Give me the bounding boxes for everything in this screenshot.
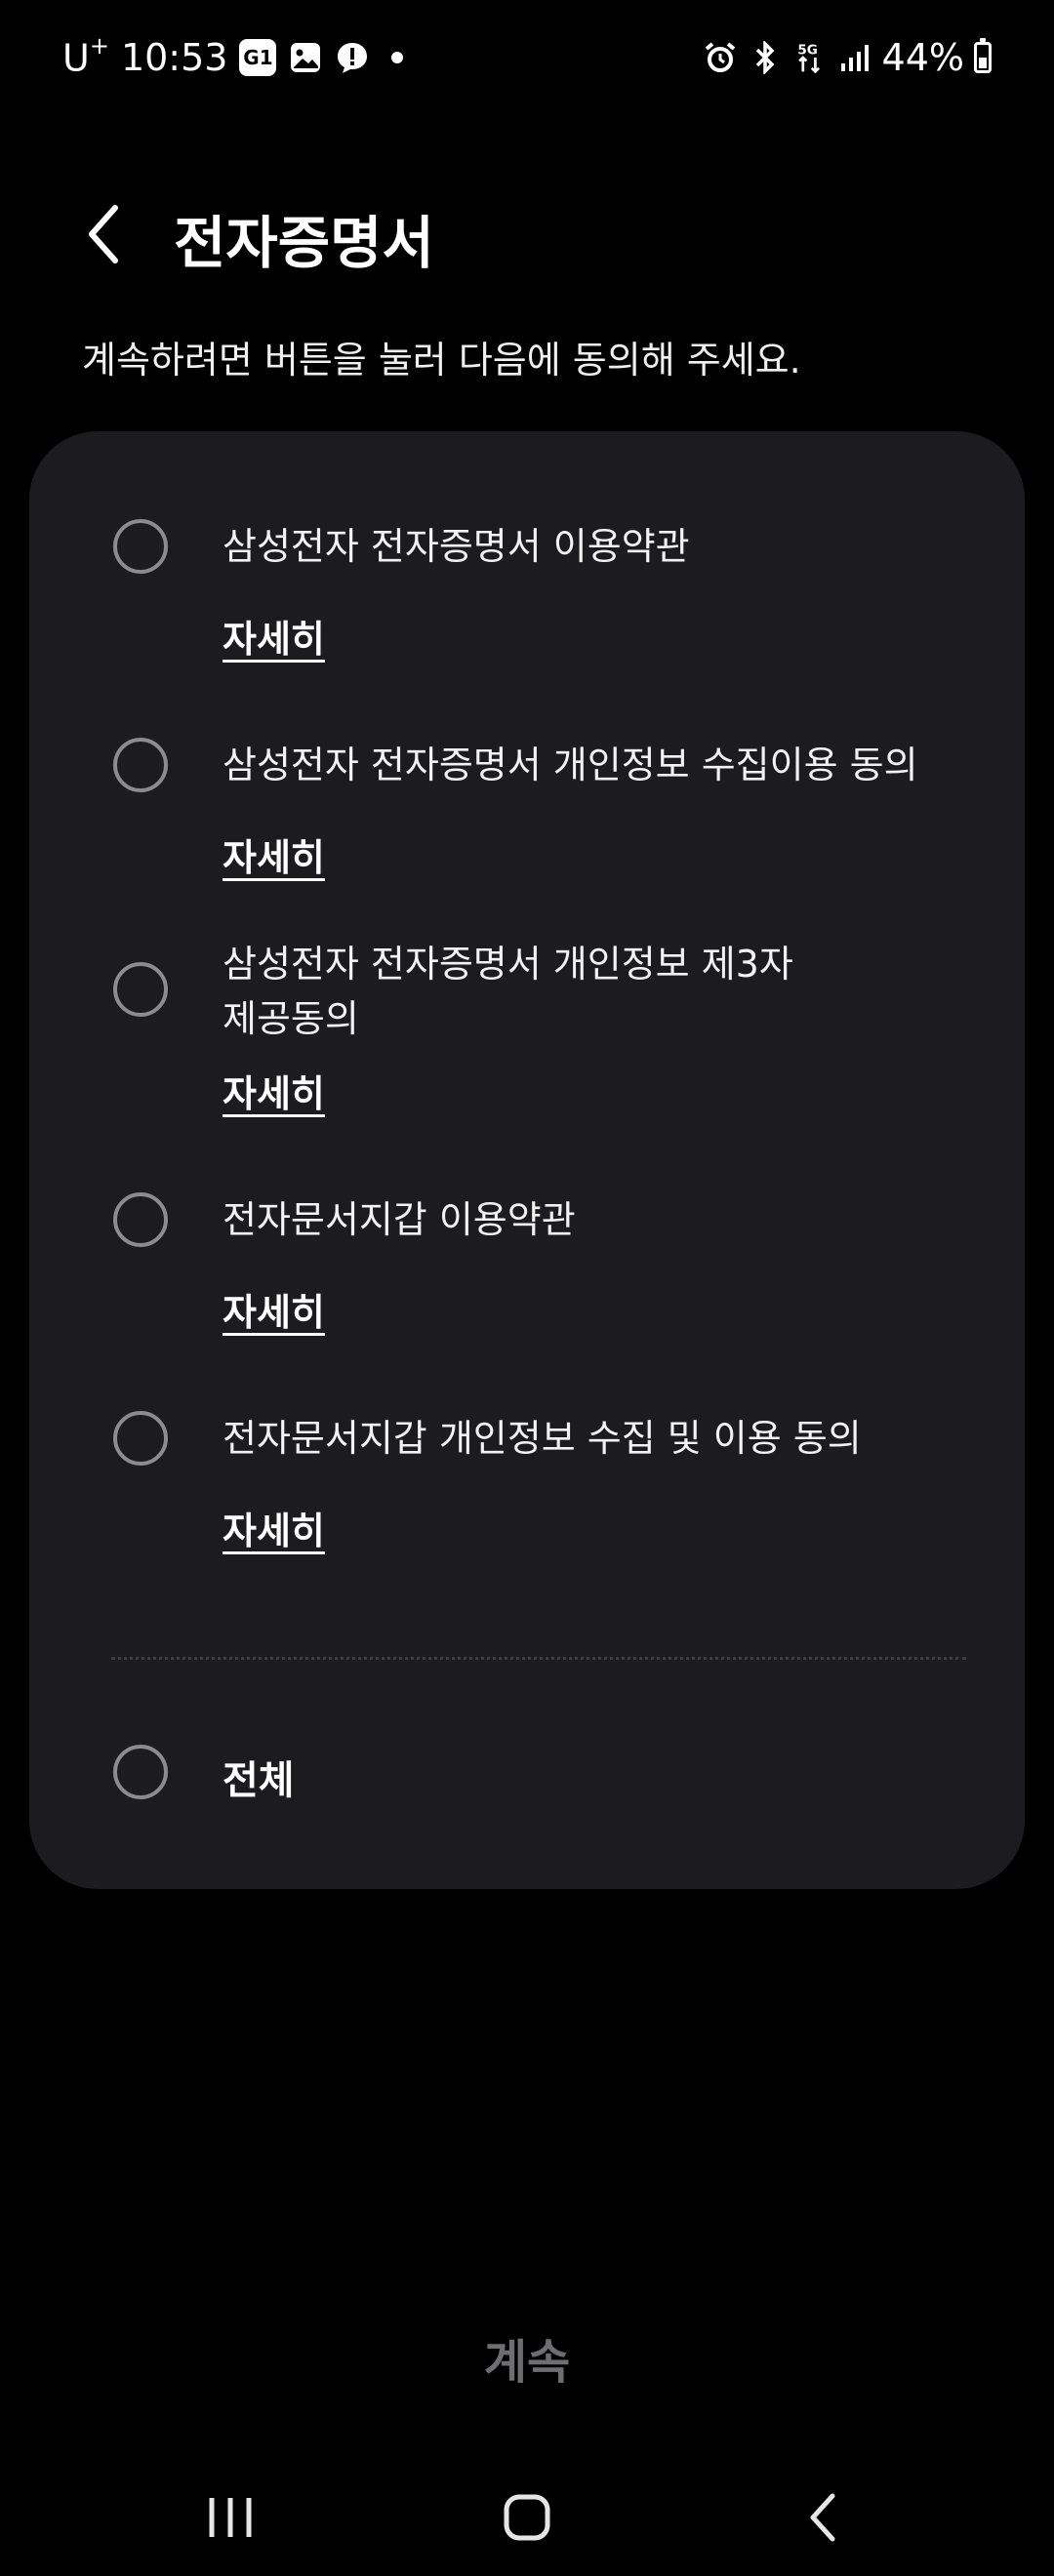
agreement-radio[interactable]	[113, 738, 168, 792]
agreement-label[interactable]: 삼성전자 전자증명서 개인정보 제3자 제공동의	[223, 937, 984, 1046]
recent-apps-icon	[209, 2498, 252, 2537]
alarm-icon	[703, 40, 738, 75]
system-nav-bar	[0, 2449, 1054, 2566]
agreement-radio[interactable]	[113, 962, 168, 1017]
bluetooth-icon	[748, 40, 783, 75]
svg-text:5G: 5G	[797, 42, 817, 58]
more-notifications-dot	[391, 52, 404, 63]
g1-notification-icon: G1	[239, 39, 277, 76]
nav-back-icon	[810, 2493, 835, 2542]
agreement-label[interactable]: 전자문서지갑 이용약관	[223, 1192, 984, 1247]
back-button[interactable]	[68, 199, 139, 269]
agreement-radio[interactable]	[113, 519, 168, 574]
details-link[interactable]: 자세히	[223, 609, 325, 663]
page-title: 전자증명서	[174, 210, 434, 276]
agreement-label-line: 삼성전자 전자증명서 개인정보 제3자	[223, 943, 793, 986]
signal-icon	[837, 40, 872, 75]
message-alert-icon	[335, 40, 370, 75]
agreement-label[interactable]: 삼성전자 전자증명서 개인정보 수집이용 동의	[223, 738, 984, 792]
recent-apps-button[interactable]	[182, 2469, 279, 2566]
home-icon	[504, 2494, 550, 2541]
battery-icon	[974, 38, 992, 73]
status-bar-left: U+ 10:53 G1	[62, 27, 404, 88]
status-bar: U+ 10:53 G1 5G 44%	[0, 0, 1054, 113]
back-arrow-icon	[89, 205, 118, 263]
agreement-label-line: 제공동의	[223, 997, 359, 1040]
agreement-radio[interactable]	[113, 1192, 168, 1247]
agreement-label[interactable]: 전자문서지갑 개인정보 수집 및 이용 동의	[223, 1411, 984, 1466]
details-link[interactable]: 자세히	[223, 1501, 325, 1554]
carrier-label: U+	[62, 31, 109, 80]
battery-percent: 44%	[881, 36, 964, 79]
clock: 10:53	[120, 36, 228, 79]
agreement-card: 삼성전자 전자증명서 이용약관 자세히 삼성전자 전자증명서 개인정보 수집이용…	[29, 431, 1025, 1889]
agreement-radio[interactable]	[113, 1411, 168, 1466]
agree-all-label[interactable]: 전체	[223, 1749, 295, 1805]
divider	[111, 1657, 966, 1660]
details-link[interactable]: 자세히	[223, 1064, 325, 1117]
continue-button[interactable]: 계속	[381, 2318, 673, 2396]
home-button[interactable]	[478, 2469, 576, 2566]
agreement-label[interactable]: 삼성전자 전자증명서 이용약관	[223, 519, 984, 574]
instruction-text: 계속하려면 버튼을 눌러 다음에 동의해 주세요.	[82, 339, 801, 382]
5g-icon: 5G	[792, 40, 828, 75]
app-header: 전자증명서	[0, 185, 1054, 283]
agree-all-radio[interactable]	[113, 1745, 168, 1799]
gallery-icon	[288, 40, 323, 75]
nav-back-button[interactable]	[773, 2469, 871, 2566]
details-link[interactable]: 자세히	[223, 1282, 325, 1336]
status-bar-right: 5G 44%	[703, 27, 992, 88]
details-link[interactable]: 자세히	[223, 827, 325, 881]
